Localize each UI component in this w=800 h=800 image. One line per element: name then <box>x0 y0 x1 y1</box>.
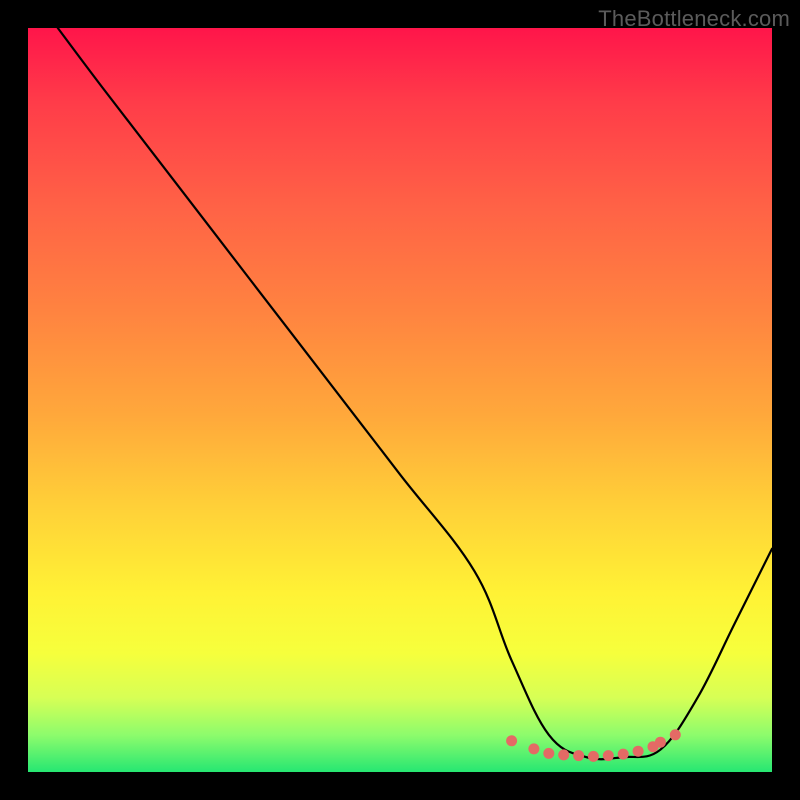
optimal-marker <box>588 751 599 762</box>
optimal-marker <box>618 749 629 760</box>
optimal-marker <box>655 737 666 748</box>
optimal-marker <box>558 749 569 760</box>
plot-area <box>28 28 772 772</box>
curve-layer <box>28 28 772 772</box>
optimal-marker <box>506 735 517 746</box>
optimal-marker <box>603 750 614 761</box>
optimal-marker <box>528 743 539 754</box>
chart-frame: TheBottleneck.com <box>0 0 800 800</box>
optimal-marker <box>670 729 681 740</box>
optimal-marker <box>543 748 554 759</box>
optimal-marker <box>573 750 584 761</box>
bottleneck-curve <box>58 28 772 759</box>
optimal-zone-markers <box>506 729 681 762</box>
optimal-marker <box>633 746 644 757</box>
